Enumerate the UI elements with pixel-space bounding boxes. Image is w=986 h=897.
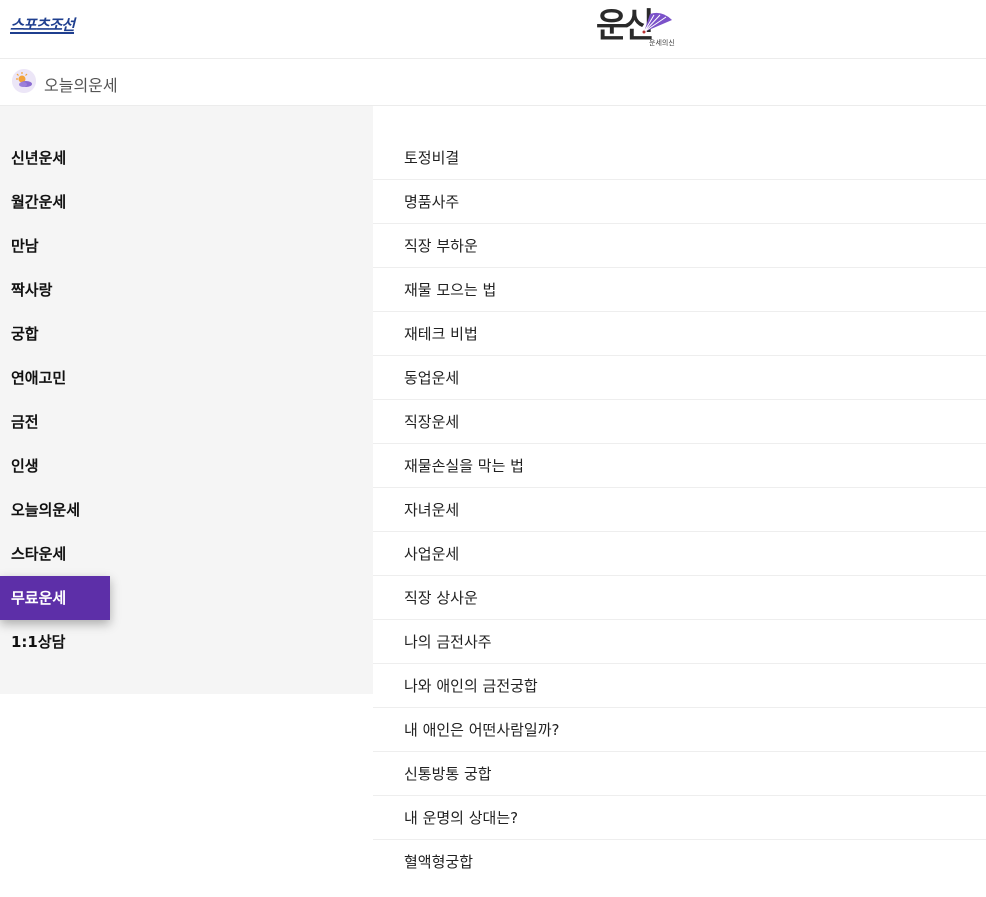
fortune-sun-cloud-icon — [12, 69, 36, 93]
unsin-logo[interactable]: 운신 운세의신 — [596, 6, 686, 52]
list-item[interactable]: 혈액형궁합 — [373, 840, 986, 884]
sidebar-item-free[interactable]: 무료운세 — [0, 576, 110, 620]
list-item[interactable]: 재물 모으는 법 — [373, 268, 986, 312]
list-item[interactable]: 직장 부하운 — [373, 224, 986, 268]
top-header: 스포츠조선 운신 운세의신 — [0, 0, 986, 59]
sidebar-item-consult[interactable]: 1:1상담 — [0, 620, 373, 664]
sidebar-item-life[interactable]: 인생 — [0, 444, 373, 488]
fortune-list: 토정비결 명품사주 직장 부하운 재물 모으는 법 재테크 비법 동업운세 직장… — [373, 136, 986, 884]
list-item[interactable]: 사업운세 — [373, 532, 986, 576]
list-item[interactable]: 직장운세 — [373, 400, 986, 444]
list-item[interactable]: 나와 애인의 금전궁합 — [373, 664, 986, 708]
logo-sub-text: 운세의신 — [649, 39, 675, 47]
sidebar-item-new-year[interactable]: 신년운세 — [0, 136, 373, 180]
sportschosun-logo[interactable]: 스포츠조선 — [10, 14, 75, 35]
page-header: 오늘의운세 — [0, 59, 986, 106]
list-item[interactable]: 신통방통 궁합 — [373, 752, 986, 796]
list-item[interactable]: 토정비결 — [373, 136, 986, 180]
list-item[interactable]: 직장 상사운 — [373, 576, 986, 620]
sidebar-item-crush[interactable]: 짝사랑 — [0, 268, 373, 312]
list-item[interactable]: 명품사주 — [373, 180, 986, 224]
list-item[interactable]: 내 운명의 상대는? — [373, 796, 986, 840]
list-item[interactable]: 재테크 비법 — [373, 312, 986, 356]
sidebar-item-love-worries[interactable]: 연애고민 — [0, 356, 373, 400]
sidebar-item-star[interactable]: 스타운세 — [0, 532, 373, 576]
sidebar-item-meeting[interactable]: 만남 — [0, 224, 373, 268]
fan-icon — [642, 12, 672, 34]
list-item[interactable]: 재물손실을 막는 법 — [373, 444, 986, 488]
sidebar-item-monthly[interactable]: 월간운세 — [0, 180, 373, 224]
category-sidebar: 신년운세 월간운세 만남 짝사랑 궁합 연애고민 금전 인생 오늘의운세 스타운… — [0, 106, 373, 694]
list-item[interactable]: 내 애인은 어떤사람일까? — [373, 708, 986, 752]
sidebar-item-today[interactable]: 오늘의운세 — [0, 488, 373, 532]
list-item[interactable]: 나의 금전사주 — [373, 620, 986, 664]
list-item[interactable]: 동업운세 — [373, 356, 986, 400]
page-title: 오늘의운세 — [44, 76, 118, 95]
list-item[interactable]: 자녀운세 — [373, 488, 986, 532]
sidebar-item-money[interactable]: 금전 — [0, 400, 373, 444]
sidebar-item-compatibility[interactable]: 궁합 — [0, 312, 373, 356]
